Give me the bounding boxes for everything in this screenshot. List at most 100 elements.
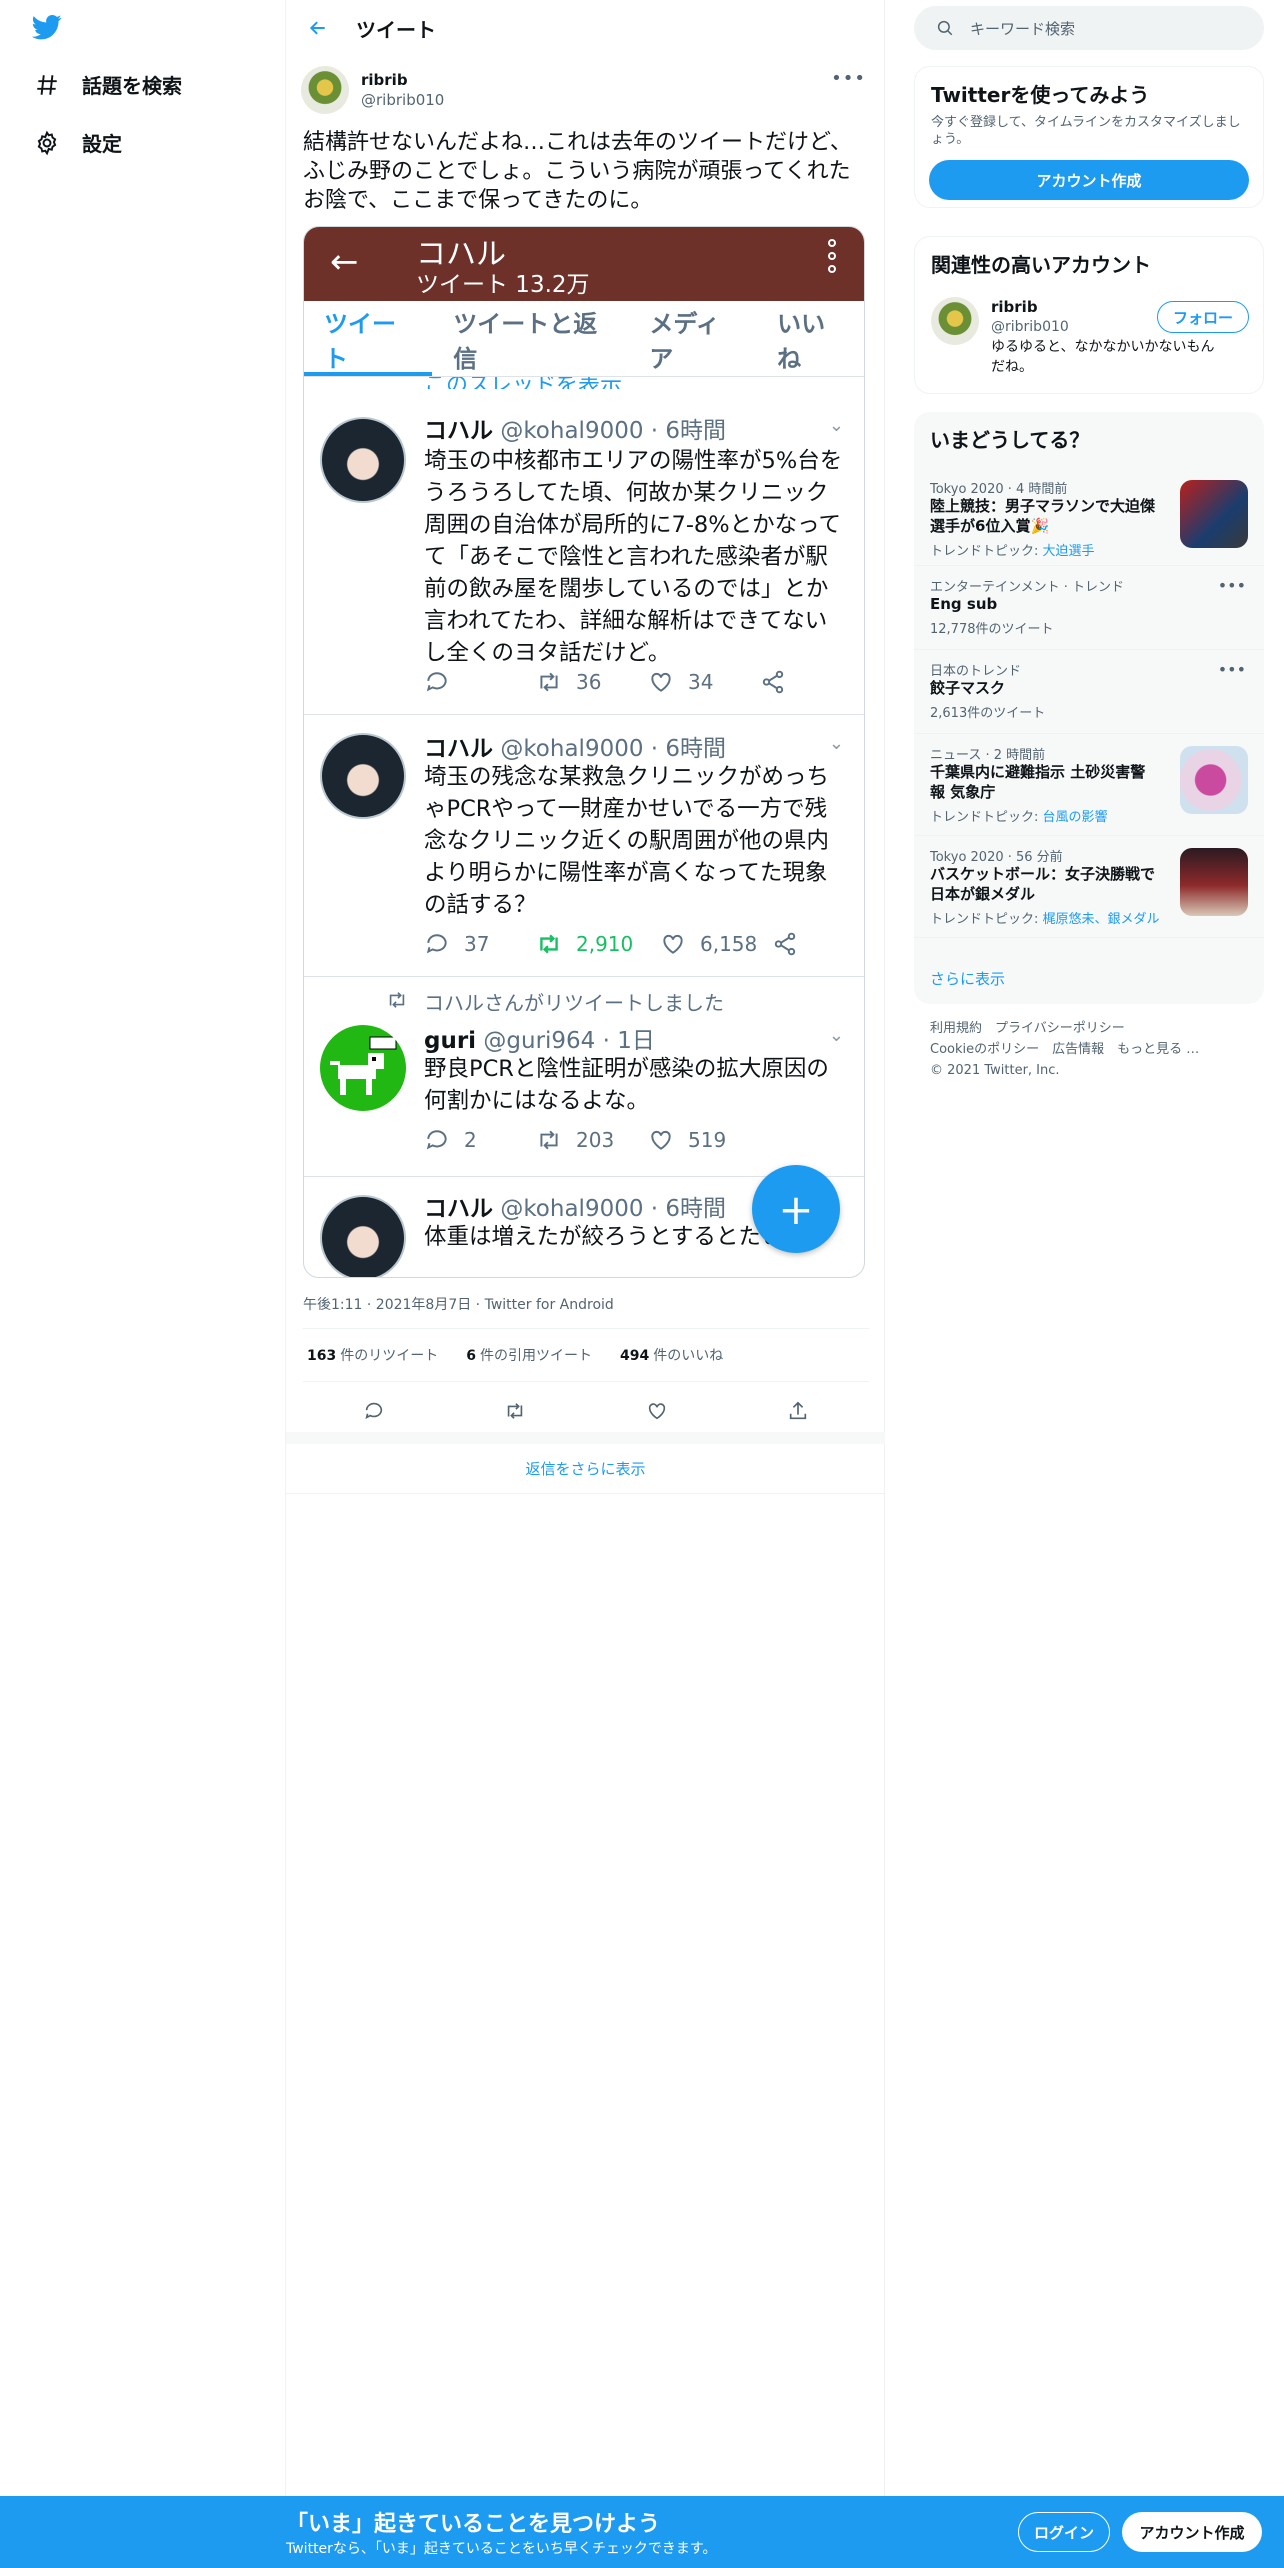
embedded-tab-indicator — [304, 372, 432, 376]
author-handle[interactable]: @ribrib010 — [361, 90, 444, 110]
reply-icon — [426, 934, 447, 954]
like-icon — [651, 672, 671, 692]
embedded-tweet: コハルさんがリツイートしました guri @guri964 · 1日 ⌄ 野良P… — [304, 977, 864, 1177]
tweet-text: 結構許せないんだよね…これは去年のツイートだけど、ふじみ野のことでしょ。こういう… — [303, 130, 852, 213]
trends-title: いまどうしてる？ — [930, 428, 1090, 452]
share-icon — [762, 670, 784, 694]
twitter-logo-icon[interactable] — [30, 12, 64, 42]
trend-item[interactable]: 日本のトレンド 餃子マスク 2,613件のツイート ••• — [914, 650, 1264, 734]
trend-context: ニュース · 2 時間前 — [930, 748, 1046, 763]
signup-card-subtitle: 今すぐ登録して、タイムラインをカスタマイズしましょう。 — [931, 115, 1241, 147]
trends-show-more-link[interactable]: さらに表示 — [930, 968, 1005, 989]
embedded-tab: ツイート — [324, 309, 396, 373]
footer-line[interactable]: Cookieのポリシー 広告情報 もっと見る … — [930, 1039, 1250, 1060]
signup-button[interactable]: アカウント作成 — [1122, 2512, 1262, 2552]
embedded-thread-link: このスレッドを表示 — [424, 377, 622, 389]
trend-topic-prefix: トレンドトピック: — [930, 810, 1043, 825]
trend-title: 千葉県内に避難指示 土砂災害警報 気象庁 — [930, 763, 1146, 801]
trend-topic-link[interactable]: 大迫選手 — [1043, 544, 1095, 559]
quotes-label: 件の引用ツイート — [479, 1348, 592, 1364]
retweet-count: 36 — [576, 670, 602, 694]
quotes-stat[interactable]: 6 件の引用ツイート — [466, 1345, 592, 1365]
avatar[interactable] — [301, 66, 349, 114]
search-placeholder: キーワード検索 — [970, 19, 1076, 38]
trend-item[interactable]: Tokyo 2020 · 56 分前 バスケットボール：女子決勝戦で日本が銀メダ… — [914, 836, 1264, 938]
trend-topic-prefix: トレンドトピック: — [930, 544, 1043, 559]
trend-subtitle: トレンドトピック: 梶原悠未、銀メダル — [930, 908, 1160, 927]
retweets-stat[interactable]: 163 件のリツイート — [307, 1345, 438, 1365]
follow-button[interactable]: フォロー — [1157, 301, 1249, 333]
compose-fab-icon: + — [752, 1165, 840, 1253]
reply-icon[interactable] — [363, 1400, 385, 1422]
retweet-icon — [540, 934, 558, 954]
trend-context: エンターテインメント · トレンド — [930, 580, 1125, 595]
likes-stat[interactable]: 494 件のいいね — [620, 1345, 723, 1365]
like-icon — [663, 934, 683, 954]
nav-settings[interactable]: 設定 — [34, 128, 122, 157]
tweet-stats: 163 件のリツイート 6 件の引用ツイート 494 件のいいね — [303, 1328, 869, 1382]
like-count: 34 — [688, 670, 714, 694]
author-name[interactable]: ribrib — [361, 70, 444, 90]
embedded-chevron-down-icon: ⌄ — [828, 1025, 844, 1046]
embedded-tabs: ツイート ツイートと返信 メディア いいね — [304, 301, 864, 377]
trend-thumbnail — [1180, 480, 1248, 548]
trend-topic-link[interactable]: 梶原悠未、銀メダル — [1043, 912, 1160, 927]
trend-title: 餃子マスク — [930, 679, 1006, 697]
trend-topic-link[interactable]: 台風の影響 — [1043, 810, 1108, 825]
nav-explore-label: 話題を検索 — [82, 74, 182, 98]
trend-context: Tokyo 2020 · 4 時間前 — [930, 482, 1068, 497]
more-options-icon[interactable]: ••• — [831, 68, 866, 89]
related-account-bio: ゆるゆると、なかなかいかないもんだね。 — [991, 339, 1215, 375]
footer-links: 利用規約 プライバシーポリシー Cookieのポリシー 広告情報 もっと見る …… — [930, 1018, 1250, 1081]
signup-card: Twitterを使ってみよう 今すぐ登録して、タイムラインをカスタマイズしましょ… — [914, 66, 1264, 208]
back-arrow-icon[interactable] — [308, 18, 328, 38]
retweet-icon — [389, 992, 405, 1008]
create-account-button[interactable]: アカウント作成 — [929, 160, 1249, 200]
tweet-timestamp[interactable]: 午後1:11 · 2021年8月7日 · Twitter for Android — [303, 1294, 614, 1314]
embedded-tweet-count: ツイート 13.2万 — [416, 272, 590, 298]
footer-line[interactable]: 利用規約 プライバシーポリシー — [930, 1018, 1250, 1039]
related-accounts-card: 関連性の高いアカウント ribrib @ribrib010 ゆるゆると、なかなか… — [914, 236, 1264, 394]
trend-item[interactable]: Tokyo 2020 · 4 時間前 陸上競技：男子マラソンで大迫傑選手が6位入… — [914, 468, 1264, 566]
embedded-tweet-text: 野良PCRと陰性証明が感染の拡大原因の何割かにはなるよな。 — [424, 1056, 829, 1114]
left-nav: 話題を検索 設定 — [0, 0, 285, 2500]
retweet-count: 2,910 — [576, 932, 634, 956]
footer-copyright: © 2021 Twitter, Inc. — [930, 1063, 1060, 1078]
retweet-icon[interactable] — [504, 1400, 526, 1422]
gear-icon — [37, 130, 57, 155]
embedded-avatar — [320, 1025, 406, 1111]
related-accounts-title: 関連性の高いアカウント — [931, 253, 1151, 277]
tweet-image[interactable]: ← コハル ツイート 13.2万 ツイート ツイートと返信 メディア いいね こ… — [303, 226, 865, 1278]
avatar[interactable] — [931, 297, 979, 345]
nav-explore[interactable]: 話題を検索 — [34, 70, 182, 99]
more-options-icon[interactable]: ••• — [1218, 660, 1246, 679]
trend-thumbnail — [1180, 746, 1248, 814]
banner-headline: 「いま」起きていることを見つけよう — [286, 2512, 661, 2537]
retweet-count: 203 — [576, 1128, 615, 1152]
signup-card-title: Twitterを使ってみよう — [931, 83, 1150, 107]
login-button[interactable]: ログイン — [1018, 2512, 1110, 2552]
embedded-tweet: コハル @kohal9000 · 6時間 ⌄ 埼玉の中核都市エリアの陽性率が5%… — [304, 389, 864, 715]
reply-icon — [426, 672, 447, 692]
banner-subtext: Twitterなら、「いま」起きていることをいち早くチェックできます。 — [286, 2541, 717, 2557]
embedded-chevron-down-icon: ⌄ — [828, 415, 844, 436]
trend-item[interactable]: エンターテインメント · トレンド Eng sub 12,778件のツイート •… — [914, 566, 1264, 650]
tweet-author[interactable]: ribrib @ribrib010 — [301, 66, 444, 114]
embedded-tweet-actions: 2 203 519 — [424, 1127, 760, 1153]
like-icon[interactable] — [646, 1400, 668, 1422]
embedded-tab: ツイートと返信 — [453, 309, 598, 373]
embedded-author-meta: @guri964 · 1日 — [483, 1028, 655, 1054]
retweet-icon — [540, 672, 558, 692]
section-divider — [286, 1432, 885, 1444]
more-options-icon[interactable]: ••• — [1218, 576, 1246, 595]
show-more-replies-link[interactable]: 返信をさらに表示 — [286, 1444, 885, 1494]
share-icon[interactable] — [787, 1400, 809, 1422]
trend-context: 日本のトレンド — [930, 664, 1022, 679]
embedded-author-name: コハル — [424, 736, 493, 762]
embedded-tweet: コハル @kohal9000 · 6時間 ⌄ 埼玉の残念な某救急クリニックがめっ… — [304, 715, 864, 977]
trend-thumbnail — [1180, 848, 1248, 916]
search-input[interactable]: キーワード検索 — [914, 6, 1264, 50]
trend-item[interactable]: ニュース · 2 時間前 千葉県内に避難指示 土砂災害警報 気象庁 トレンドトピ… — [914, 734, 1264, 836]
reply-count: 37 — [464, 932, 490, 956]
embedded-author-name: コハル — [424, 1196, 493, 1222]
